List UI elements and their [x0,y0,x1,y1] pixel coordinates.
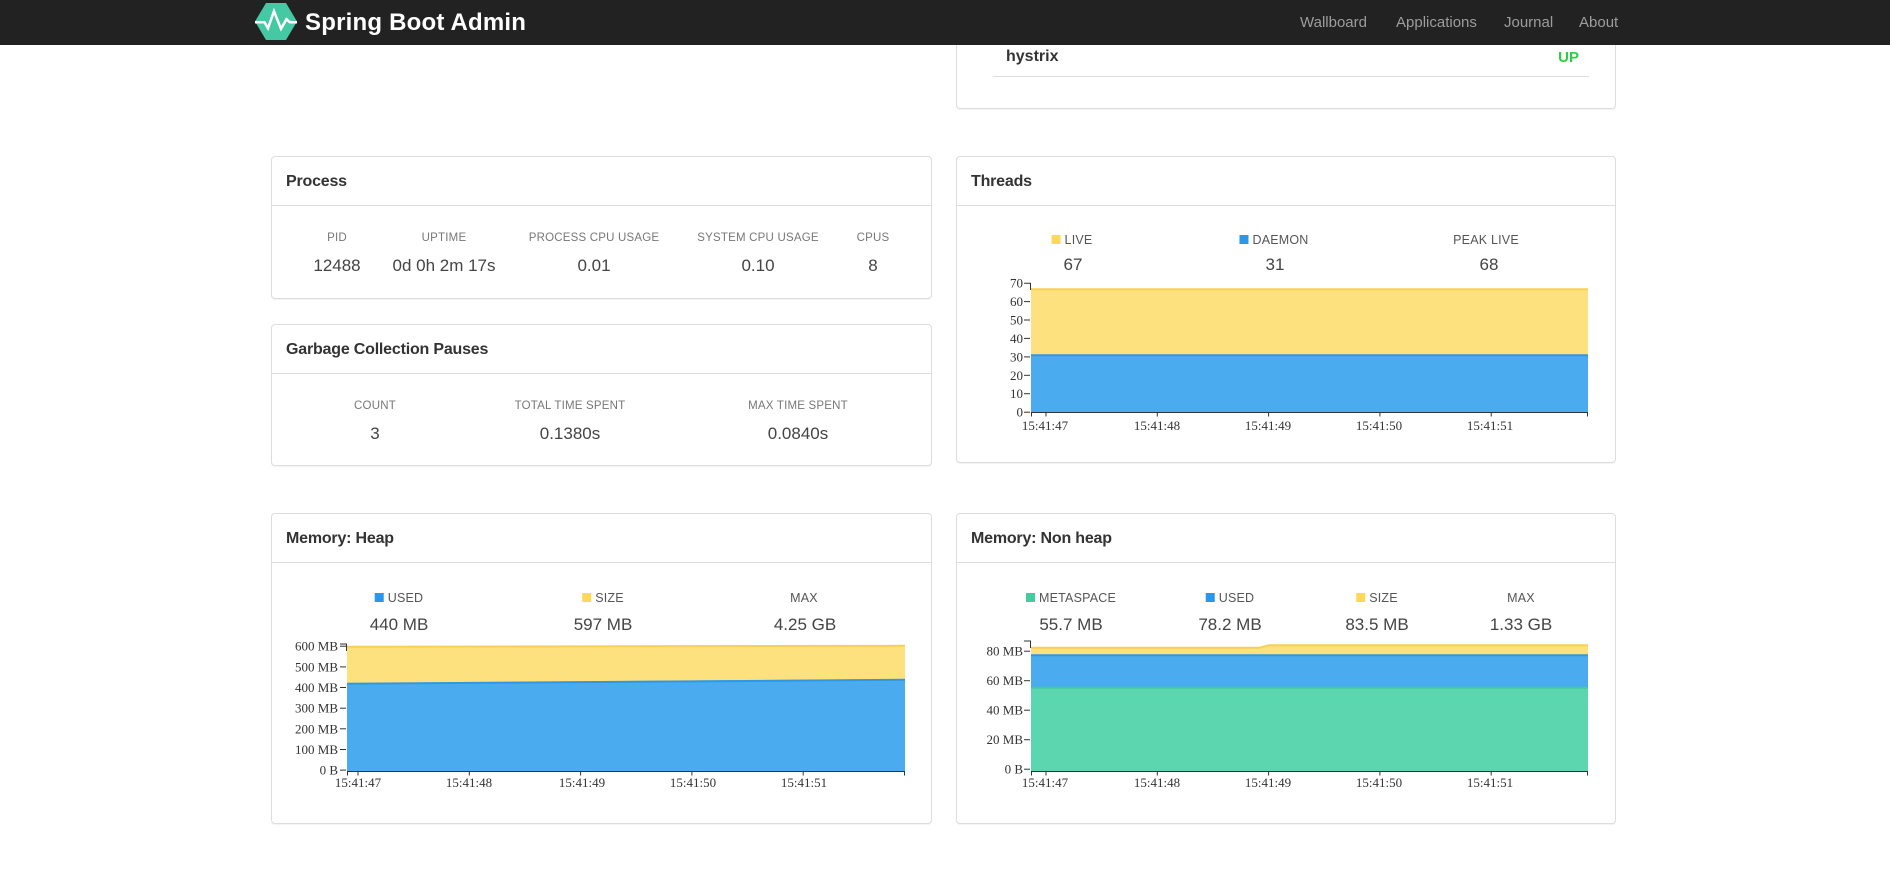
svg-text:15:41:49: 15:41:49 [1245,775,1291,790]
svg-text:500 MB: 500 MB [295,659,338,674]
svg-text:15:41:48: 15:41:48 [1134,775,1180,790]
svg-text:200 MB: 200 MB [295,721,338,736]
svg-text:15:41:50: 15:41:50 [1356,775,1402,790]
svg-text:15:41:51: 15:41:51 [781,775,827,790]
svg-text:400 MB: 400 MB [295,680,338,695]
svg-text:15:41:50: 15:41:50 [1356,418,1402,433]
svg-text:60: 60 [1010,294,1023,309]
svg-text:15:41:50: 15:41:50 [670,775,716,790]
svg-text:40 MB: 40 MB [987,703,1024,718]
svg-text:15:41:47: 15:41:47 [335,775,382,790]
svg-text:15:41:48: 15:41:48 [446,775,492,790]
svg-text:15:41:47: 15:41:47 [1022,418,1069,433]
svg-text:80 MB: 80 MB [987,644,1024,659]
svg-text:300 MB: 300 MB [295,701,338,716]
svg-text:15:41:51: 15:41:51 [1467,418,1513,433]
svg-text:70: 70 [1010,276,1023,291]
svg-text:15:41:48: 15:41:48 [1134,418,1180,433]
svg-text:10: 10 [1010,386,1023,401]
svg-text:100 MB: 100 MB [295,742,338,757]
svg-text:15:41:51: 15:41:51 [1467,775,1513,790]
svg-text:50: 50 [1010,313,1023,328]
svg-text:0 B: 0 B [1005,762,1024,777]
svg-text:15:41:49: 15:41:49 [1245,418,1291,433]
svg-text:30: 30 [1010,349,1023,364]
svg-text:600 MB: 600 MB [295,639,338,654]
svg-text:15:41:49: 15:41:49 [559,775,605,790]
svg-text:40: 40 [1010,331,1023,346]
svg-text:15:41:47: 15:41:47 [1022,775,1069,790]
svg-text:20: 20 [1010,368,1023,383]
svg-text:20 MB: 20 MB [987,732,1024,747]
svg-text:60 MB: 60 MB [987,673,1024,688]
